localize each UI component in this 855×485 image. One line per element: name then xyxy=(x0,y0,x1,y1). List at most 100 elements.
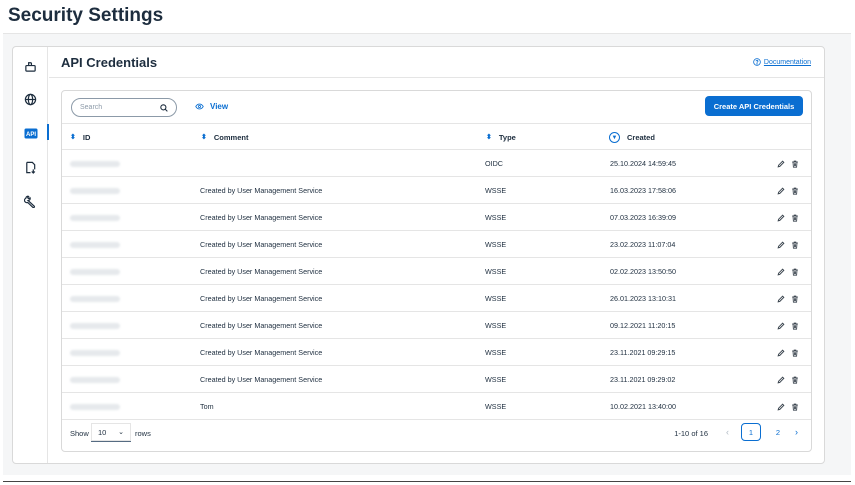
create-api-credentials-button[interactable]: Create API Credentials xyxy=(705,96,803,116)
delete-icon[interactable] xyxy=(791,268,799,276)
sort-icon: ⬍ xyxy=(70,134,76,141)
delete-icon[interactable] xyxy=(791,187,799,195)
edit-icon[interactable] xyxy=(777,403,785,411)
card-title: API Credentials xyxy=(61,55,158,70)
comment-cell: Created by User Management Service xyxy=(200,348,323,357)
row-actions xyxy=(777,150,799,177)
pagination: ‹ 1 2 › xyxy=(726,423,798,441)
sidebar-item-mailbox[interactable] xyxy=(13,55,48,77)
id-cell xyxy=(70,150,120,177)
column-created[interactable]: ▼ Created xyxy=(609,124,655,151)
id-cell xyxy=(70,204,120,231)
search-input[interactable]: Search xyxy=(71,98,177,117)
delete-icon[interactable] xyxy=(791,376,799,384)
type-cell: WSSE xyxy=(485,267,507,276)
comment-cell: Created by User Management Service xyxy=(200,186,323,195)
table-row[interactable]: Created by User Management Service WSSE 26… xyxy=(62,285,811,312)
table-row[interactable]: Created by User Management Service WSSE 16… xyxy=(62,177,811,204)
delete-icon[interactable] xyxy=(791,322,799,330)
row-actions xyxy=(777,312,799,339)
edit-icon[interactable] xyxy=(777,241,785,249)
credentials-table-panel: Search View Create API Credentials ⬍ ID … xyxy=(61,90,812,452)
delete-icon[interactable] xyxy=(791,160,799,168)
sidebar-item-globe[interactable] xyxy=(13,88,48,110)
row-actions xyxy=(777,393,799,420)
table-row[interactable]: OIDC 25.10.2024 14:59:45 xyxy=(62,150,811,177)
page-button-1[interactable]: 1 xyxy=(741,423,761,441)
created-cell: 16.03.2023 17:58:06 xyxy=(610,186,676,195)
edit-icon[interactable] xyxy=(777,295,785,303)
table-footer: Show 10 ⌄ rows 1-10 of 16 ‹ 1 2 › xyxy=(62,418,811,451)
edit-icon[interactable] xyxy=(777,376,785,384)
column-id[interactable]: ⬍ ID xyxy=(70,124,90,151)
delete-icon[interactable] xyxy=(791,241,799,249)
created-cell: 07.03.2023 16:39:09 xyxy=(610,213,676,222)
table-row[interactable]: Created by User Management Service WSSE 07… xyxy=(62,204,811,231)
created-cell: 09.12.2021 11:20:15 xyxy=(610,321,676,330)
column-created-label: Created xyxy=(627,133,655,142)
edit-icon[interactable] xyxy=(777,214,785,222)
sort-icon: ⬍ xyxy=(201,134,207,141)
globe-icon xyxy=(24,93,37,105)
edit-icon[interactable] xyxy=(777,268,785,276)
id-cell xyxy=(70,258,120,285)
row-actions xyxy=(777,258,799,285)
delete-icon[interactable] xyxy=(791,295,799,303)
table-header: ⬍ ID ⬍ Comment ⬍ Type ▼ Created xyxy=(62,123,811,150)
pagination-range: 1-10 of 16 xyxy=(674,429,708,438)
delete-icon[interactable] xyxy=(791,349,799,357)
redacted-id xyxy=(70,295,120,302)
table-row[interactable]: Created by User Management Service WSSE 02… xyxy=(62,258,811,285)
type-cell: WSSE xyxy=(485,294,507,303)
id-cell xyxy=(70,231,120,258)
table-row[interactable]: Created by User Management Service WSSE 23… xyxy=(62,366,811,393)
table-row[interactable]: Created by User Management Service WSSE 23… xyxy=(62,231,811,258)
delete-icon[interactable] xyxy=(791,403,799,411)
sort-icon: ⬍ xyxy=(486,134,492,141)
table-row[interactable]: Created by User Management Service WSSE 09… xyxy=(62,312,811,339)
sidebar: API xyxy=(13,47,49,463)
edit-icon[interactable] xyxy=(777,160,785,168)
table-row[interactable]: Tom WSSE 10.02.2021 13:40:00 xyxy=(62,393,811,420)
page-size-select[interactable]: 10 ⌄ xyxy=(91,423,131,442)
next-page-icon[interactable]: › xyxy=(795,427,798,437)
sidebar-item-document[interactable] xyxy=(13,156,48,178)
redacted-id xyxy=(70,160,120,167)
column-type[interactable]: ⬍ Type xyxy=(486,124,516,151)
id-cell xyxy=(70,312,120,339)
redacted-id xyxy=(70,214,120,221)
redacted-id xyxy=(70,268,120,275)
row-actions xyxy=(777,339,799,366)
page-title: Security Settings xyxy=(8,5,164,26)
sidebar-item-tools[interactable] xyxy=(13,190,48,212)
table-row[interactable]: Created by User Management Service WSSE 23… xyxy=(62,339,811,366)
comment-cell: Created by User Management Service xyxy=(200,213,323,222)
sidebar-item-api[interactable]: API xyxy=(13,122,49,144)
edit-icon[interactable] xyxy=(777,187,785,195)
comment-cell: Created by User Management Service xyxy=(200,375,323,384)
created-cell: 23.11.2021 09:29:02 xyxy=(610,375,676,384)
row-actions xyxy=(777,231,799,258)
created-cell: 23.02.2023 11:07:04 xyxy=(610,240,676,249)
view-label: View xyxy=(210,102,229,111)
settings-shell: API API Credentials Documentation Search xyxy=(12,46,825,464)
redacted-id xyxy=(70,322,120,329)
help-icon xyxy=(753,58,761,66)
edit-icon[interactable] xyxy=(777,349,785,357)
delete-icon[interactable] xyxy=(791,214,799,222)
documentation-link[interactable]: Documentation xyxy=(753,58,811,66)
column-comment[interactable]: ⬍ Comment xyxy=(201,124,248,151)
created-cell: 25.10.2024 14:59:45 xyxy=(610,159,676,168)
row-actions xyxy=(777,204,799,231)
page-button-2[interactable]: 2 xyxy=(773,423,783,441)
main-content: API Credentials Documentation Search Vie… xyxy=(49,47,824,463)
view-button[interactable]: View xyxy=(195,102,228,111)
created-cell: 23.11.2021 09:29:15 xyxy=(610,348,676,357)
type-cell: WSSE xyxy=(485,348,507,357)
redacted-id xyxy=(70,376,120,383)
wrench-icon xyxy=(24,195,36,208)
type-cell: WSSE xyxy=(485,375,507,384)
previous-page-icon[interactable]: ‹ xyxy=(726,427,729,437)
header-divider xyxy=(49,77,824,78)
edit-icon[interactable] xyxy=(777,322,785,330)
